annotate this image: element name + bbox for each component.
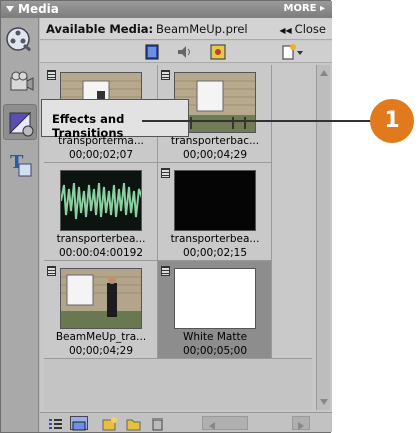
new-folder-button[interactable]	[102, 416, 117, 431]
film-clip-icon	[161, 70, 170, 80]
callout-badge: 1	[370, 99, 414, 143]
scroll-right-button[interactable]	[292, 416, 310, 430]
clip-name: BeamMeUp_tra...	[55, 331, 147, 343]
callout-leader-line	[142, 120, 373, 122]
clip-thumbnail	[60, 268, 142, 329]
clip-tile[interactable]: transporterbea... 00:00:04:00192	[44, 163, 158, 261]
clip-thumbnail	[60, 170, 142, 231]
media-panel: Media MORE ▸ T Available Media: BeamMeUp…	[0, 0, 332, 433]
collapse-triangle-icon[interactable]	[6, 6, 14, 12]
panel-titlebar: Media MORE ▸	[1, 1, 332, 18]
clip-name: White Matte	[182, 331, 248, 343]
clip-duration: 00;00;05;00	[182, 345, 248, 357]
trash-icon	[152, 418, 163, 431]
effects-transitions-icon	[8, 111, 34, 137]
more-label: MORE	[283, 3, 317, 14]
more-button[interactable]: MORE ▸	[284, 3, 326, 14]
still-image-filter-icon	[210, 44, 226, 60]
clip-duration: 00:00:04:00192	[58, 247, 144, 259]
new-item-menu-icon	[282, 44, 303, 60]
capture-tool-button[interactable]	[3, 64, 37, 100]
new-folder-icon	[102, 417, 117, 431]
icon-view-button[interactable]	[70, 416, 88, 431]
still-image-filter-button[interactable]	[210, 44, 226, 60]
media-filter-bar	[40, 41, 332, 63]
titles-icon: T	[10, 152, 32, 177]
audio-filter-icon	[178, 46, 190, 58]
project-filename: BeamMeUp.prel	[156, 22, 248, 36]
close-label: Close	[294, 22, 326, 36]
audio-filter-button[interactable]	[176, 44, 192, 60]
scroll-down-icon[interactable]	[320, 399, 328, 405]
clip-duration: 00;00;02;07	[68, 149, 134, 161]
film-clip-icon	[161, 266, 170, 276]
clip-duration: 00;00;04;29	[68, 345, 134, 357]
empty-grid-column	[272, 65, 312, 359]
effects-tooltip: Effects and Transitions	[41, 99, 189, 140]
video-filter-button[interactable]	[144, 44, 160, 60]
close-arrow-icon: ◀◀	[279, 26, 292, 35]
tool-column: T	[1, 18, 39, 432]
folder-button[interactable]	[126, 416, 141, 431]
available-media-header: Available Media: BeamMeUp.prel ◀◀ Close	[40, 18, 332, 40]
panel-title: Media	[18, 2, 59, 16]
clip-duration: 00;00;02;15	[182, 247, 248, 259]
film-clip-icon	[47, 266, 56, 276]
scroll-left-button[interactable]	[202, 416, 248, 430]
vertical-scrollbar[interactable]	[316, 65, 330, 410]
titles-tool-button[interactable]: T	[3, 146, 37, 182]
clip-tile[interactable]: BeamMeUp_tra... 00;00;04;29	[44, 261, 158, 359]
media-tool-button[interactable]	[3, 22, 37, 58]
clip-tile[interactable]: transporterbea... 00;00;02;15	[158, 163, 272, 261]
scroll-right-icon	[298, 422, 304, 430]
clip-name: transporterbea...	[56, 233, 146, 245]
list-view-button[interactable]	[48, 416, 63, 430]
media-content: Available Media: BeamMeUp.prel ◀◀Close	[40, 18, 332, 432]
video-filter-icon	[145, 44, 159, 60]
folder-icon	[126, 419, 141, 431]
clip-thumbnail	[174, 170, 256, 231]
media-film-reel-icon	[6, 27, 32, 52]
delete-button[interactable]	[150, 416, 165, 431]
icon-view-icon	[72, 421, 86, 431]
scroll-up-icon[interactable]	[320, 70, 328, 76]
list-view-icon	[49, 419, 62, 429]
clip-tile-selected[interactable]: White Matte 00;00;05;00	[158, 261, 272, 359]
new-item-menu-button[interactable]	[282, 44, 304, 60]
close-button[interactable]: ◀◀ Close	[279, 22, 326, 36]
effects-tool-button[interactable]	[3, 104, 37, 140]
film-clip-icon	[47, 70, 56, 80]
scroll-left-icon	[209, 422, 215, 430]
bottom-toolbar	[40, 412, 332, 432]
clip-name: transporterbea...	[170, 233, 260, 245]
clip-duration: 00;00;04;29	[182, 149, 248, 161]
film-clip-icon	[161, 168, 170, 178]
capture-camera-icon	[10, 71, 34, 91]
more-arrow-icon: ▸	[319, 3, 325, 14]
clip-thumbnail	[174, 268, 256, 329]
available-media-label: Available Media:	[46, 22, 154, 36]
